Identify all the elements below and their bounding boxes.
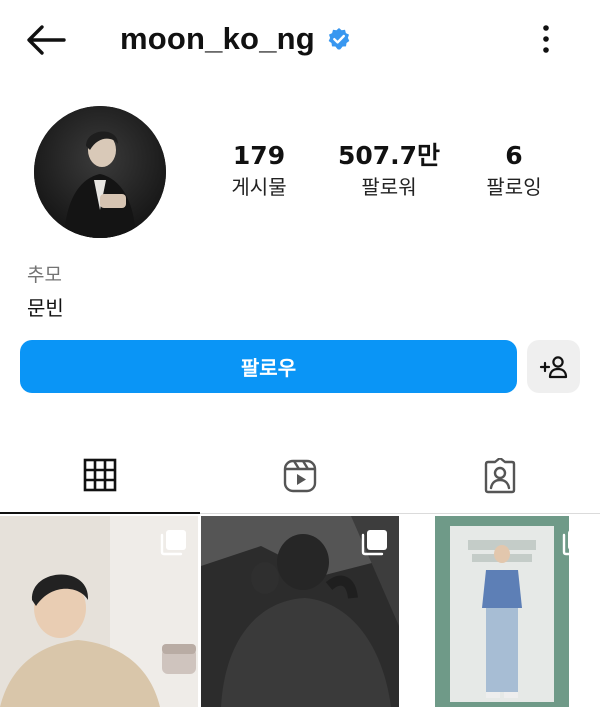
posts-count: 179 xyxy=(232,141,286,170)
more-vertical-icon xyxy=(543,25,549,53)
verified-badge-icon xyxy=(327,27,351,51)
profile-header: moon_ko_ng xyxy=(0,0,600,78)
posts-stat[interactable]: 179 게시물 xyxy=(214,140,304,202)
arrow-left-icon xyxy=(27,25,66,55)
add-person-icon xyxy=(539,355,567,378)
followers-label: 팔로워 xyxy=(361,175,417,199)
post-thumbnail[interactable] xyxy=(402,516,600,707)
follow-button[interactable]: 팔로우 xyxy=(20,340,517,393)
more-options-button[interactable] xyxy=(532,22,560,56)
post-thumbnail[interactable] xyxy=(0,516,198,707)
multiple-photos-icon xyxy=(160,530,186,556)
suggested-accounts-button[interactable] xyxy=(527,340,580,393)
profile-avatar[interactable] xyxy=(34,106,166,238)
profile-category: 추모 xyxy=(27,264,62,286)
tab-reels[interactable] xyxy=(200,438,400,514)
tab-tagged[interactable] xyxy=(400,438,600,514)
following-stat[interactable]: 6 팔로잉 xyxy=(474,140,554,202)
following-label: 팔로잉 xyxy=(486,175,542,199)
username-row: moon_ko_ng xyxy=(120,18,351,60)
tab-posts-grid[interactable] xyxy=(0,438,200,514)
tagged-icon xyxy=(484,458,516,494)
grid-icon xyxy=(83,458,117,492)
profile-tabs xyxy=(0,438,600,514)
posts-grid xyxy=(0,516,600,707)
username: moon_ko_ng xyxy=(120,21,315,56)
following-count: 6 xyxy=(505,141,523,170)
back-button[interactable] xyxy=(22,20,68,60)
multiple-photos-icon xyxy=(562,530,588,556)
reels-icon xyxy=(283,459,317,493)
post-thumbnail[interactable] xyxy=(201,516,399,707)
followers-stat[interactable]: 507.7만 팔로워 xyxy=(324,140,454,202)
posts-label: 게시물 xyxy=(231,175,287,199)
avatar-photo xyxy=(34,106,166,238)
profile-name: 문빈 xyxy=(27,296,64,320)
multiple-photos-icon xyxy=(361,530,387,556)
followers-count: 507.7만 xyxy=(337,141,441,170)
